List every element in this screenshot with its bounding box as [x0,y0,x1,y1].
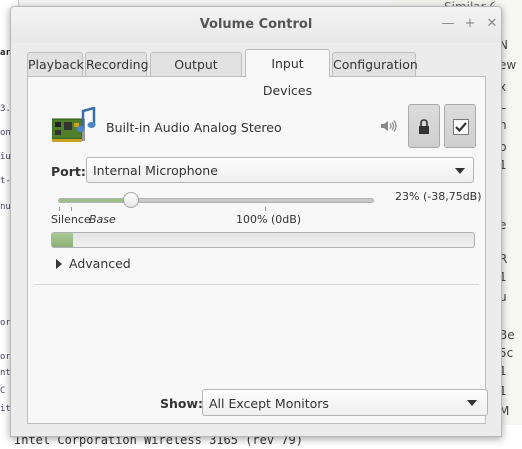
port-dropdown[interactable]: Internal Microphone [86,157,474,183]
tick-silence [59,207,60,211]
title-bar[interactable]: Volume Control — + ✕ [11,7,501,43]
checkmark-icon [453,119,469,135]
tick-base [71,207,72,211]
minimize-button[interactable]: — [439,15,457,33]
sound-card-icon [51,106,96,147]
window-title: Volume Control [199,17,313,32]
tab-playback[interactable]: Playback [27,52,84,76]
port-value: Internal Microphone [93,163,218,178]
show-filter-dropdown[interactable]: All Except Monitors [202,389,488,416]
divider [34,284,479,285]
tick-hundred [265,207,266,211]
advanced-label: Advanced [69,256,131,271]
speaker-icon [380,119,398,133]
maximize-button[interactable]: + [461,15,479,33]
volume-slider-fill [59,199,132,202]
show-label: Show: [160,396,204,411]
tab-output-devices[interactable]: Output Devices [150,52,242,96]
tab-configuration[interactable]: Configuration [332,52,418,76]
expander-arrow-icon [56,259,62,269]
device-name: Built-in Audio Analog Stereo [106,120,282,135]
close-button[interactable]: ✕ [483,15,501,33]
tab-input-devices[interactable]: Input Devices [245,49,330,98]
input-level-meter [51,232,475,248]
chevron-down-icon [467,400,477,406]
volume-slider-track[interactable] [58,198,374,203]
chevron-down-icon [455,168,465,174]
volume-readout: 23% (-38,75dB) [395,190,482,203]
tab-recording[interactable]: Recording [85,52,149,76]
scale-label-silence: Silence [51,213,91,226]
port-label: Port: [51,164,86,179]
volume-slider-handle[interactable] [122,192,139,208]
set-default-device-button[interactable] [444,104,476,148]
scale-label-base: Base [89,213,116,226]
level-meter-fill [52,233,74,247]
scale-label-100: 100% (0dB) [236,213,302,226]
lock-channels-icon [419,119,429,134]
lock-channels-button[interactable] [408,104,440,148]
volume-control-window: Volume Control — + ✕ Playback Recording … [10,6,502,437]
show-filter-value: All Except Monitors [209,396,329,411]
input-devices-panel: Built-in Audio Analog Stereo Port: Inter… [27,76,488,424]
